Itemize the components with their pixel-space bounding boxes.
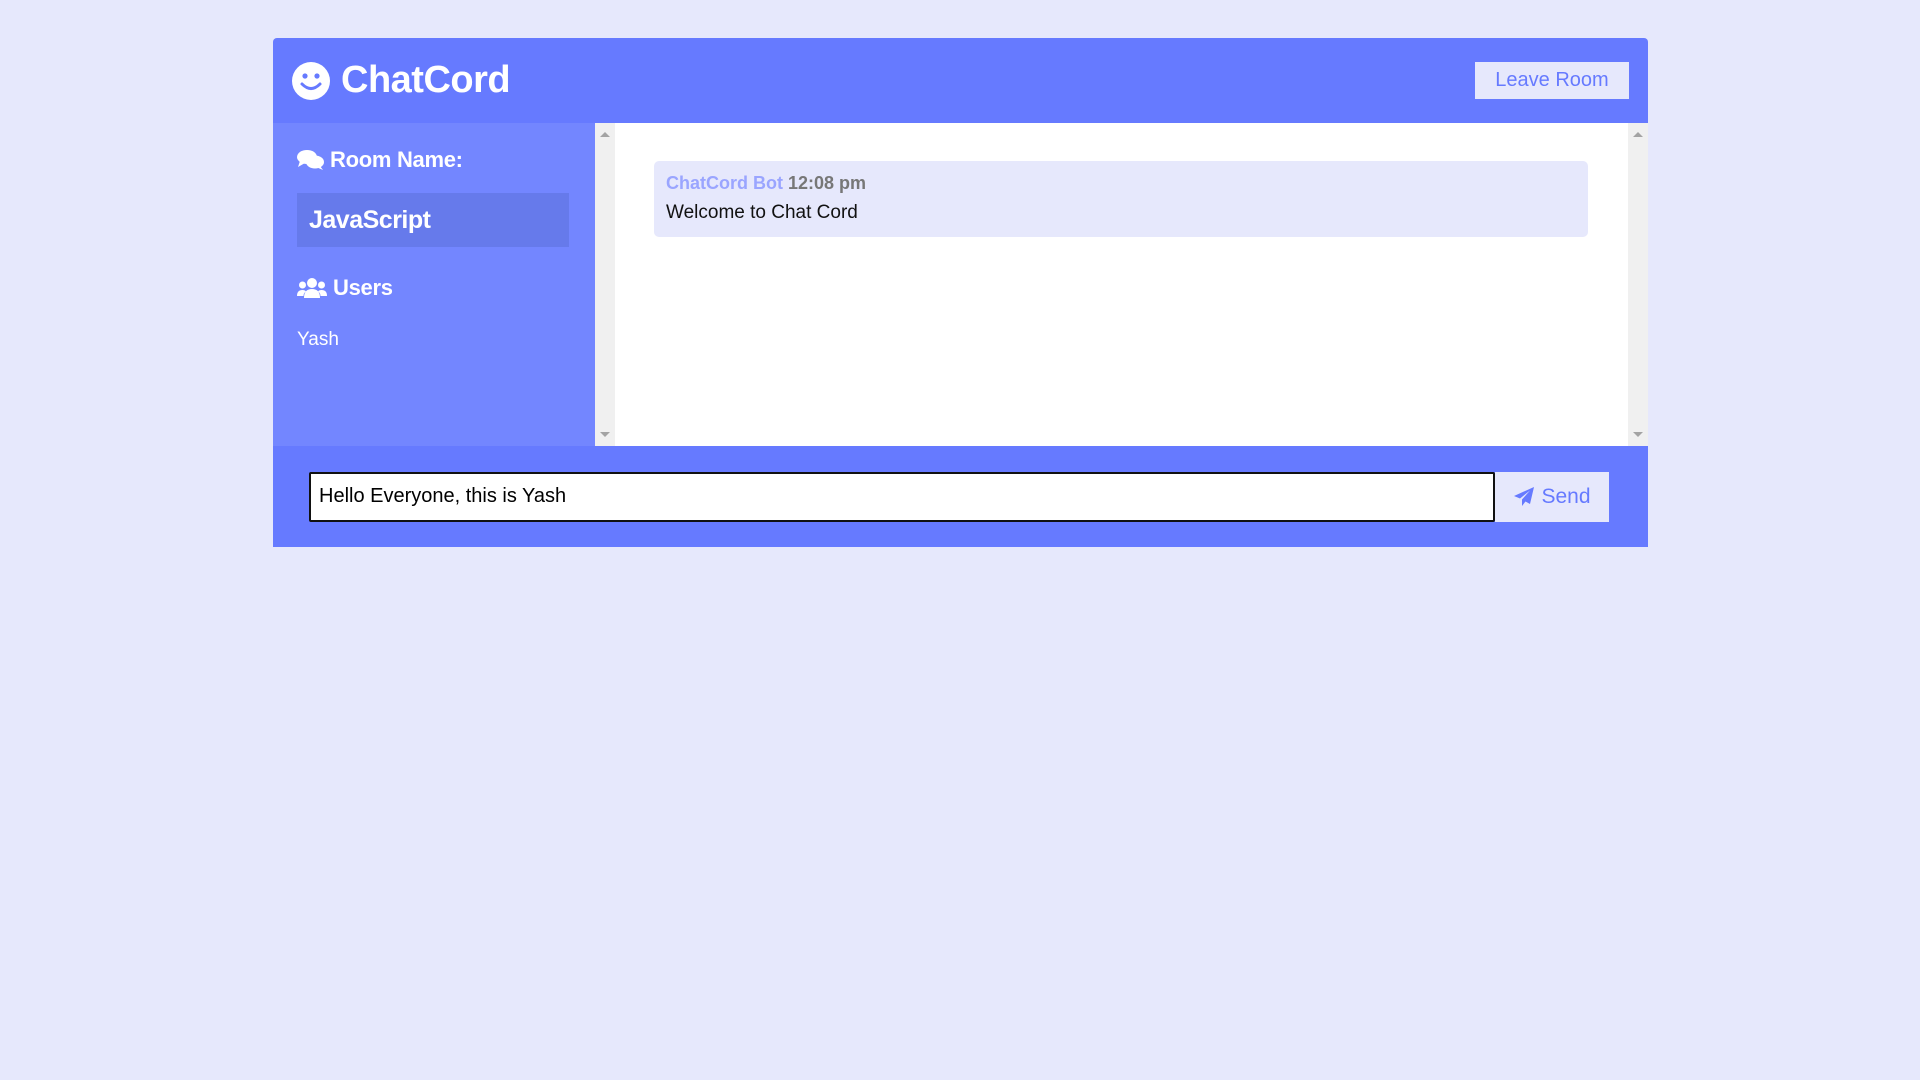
send-button[interactable]: Send [1495,471,1609,522]
left-scrollbar[interactable] [595,123,615,446]
scroll-down-icon[interactable] [600,432,610,437]
message-author: ChatCord Bot [666,173,783,193]
room-heading: Room Name: [297,147,571,173]
chat-messages-panel: ChatCord Bot 12:08 pm Welcome to Chat Co… [595,123,1648,446]
chat-sidebar: Room Name: JavaScript Users Yash [273,123,595,446]
room-heading-label: Room Name: [330,147,463,172]
chat-header: ChatCord Leave Room [273,38,1648,123]
chat-form: Send [273,446,1648,547]
send-label: Send [1541,484,1591,508]
leave-room-button[interactable]: Leave Room [1475,62,1629,99]
chat-main: Room Name: JavaScript Users Yash ChatCor… [273,123,1648,446]
room-name: JavaScript [297,193,569,247]
comments-icon [297,150,324,170]
scroll-up-icon[interactable] [1633,132,1643,137]
message-input[interactable] [309,471,1495,522]
smile-icon [292,61,330,100]
message-time: 12:08 pm [788,173,867,193]
message: ChatCord Bot 12:08 pm Welcome to Chat Co… [654,161,1588,237]
chat-container: ChatCord Leave Room Room Name: JavaScrip… [273,38,1648,547]
brand: ChatCord [291,59,511,102]
brand-title: ChatCord [341,59,511,101]
scroll-up-icon[interactable] [600,132,610,137]
message-text: Welcome to Chat Cord [666,202,858,223]
message-meta: ChatCord Bot 12:08 pm [666,173,1576,194]
chat-messages: ChatCord Bot 12:08 pm Welcome to Chat Co… [615,123,1628,446]
user-item: Yash [297,329,339,350]
user-list: Yash [297,329,571,351]
users-heading-label: Users [333,275,393,300]
paper-plane-icon [1514,486,1535,506]
right-scrollbar[interactable] [1628,123,1648,446]
scroll-down-icon[interactable] [1633,432,1643,437]
users-heading: Users [297,275,571,301]
users-icon [297,278,327,298]
